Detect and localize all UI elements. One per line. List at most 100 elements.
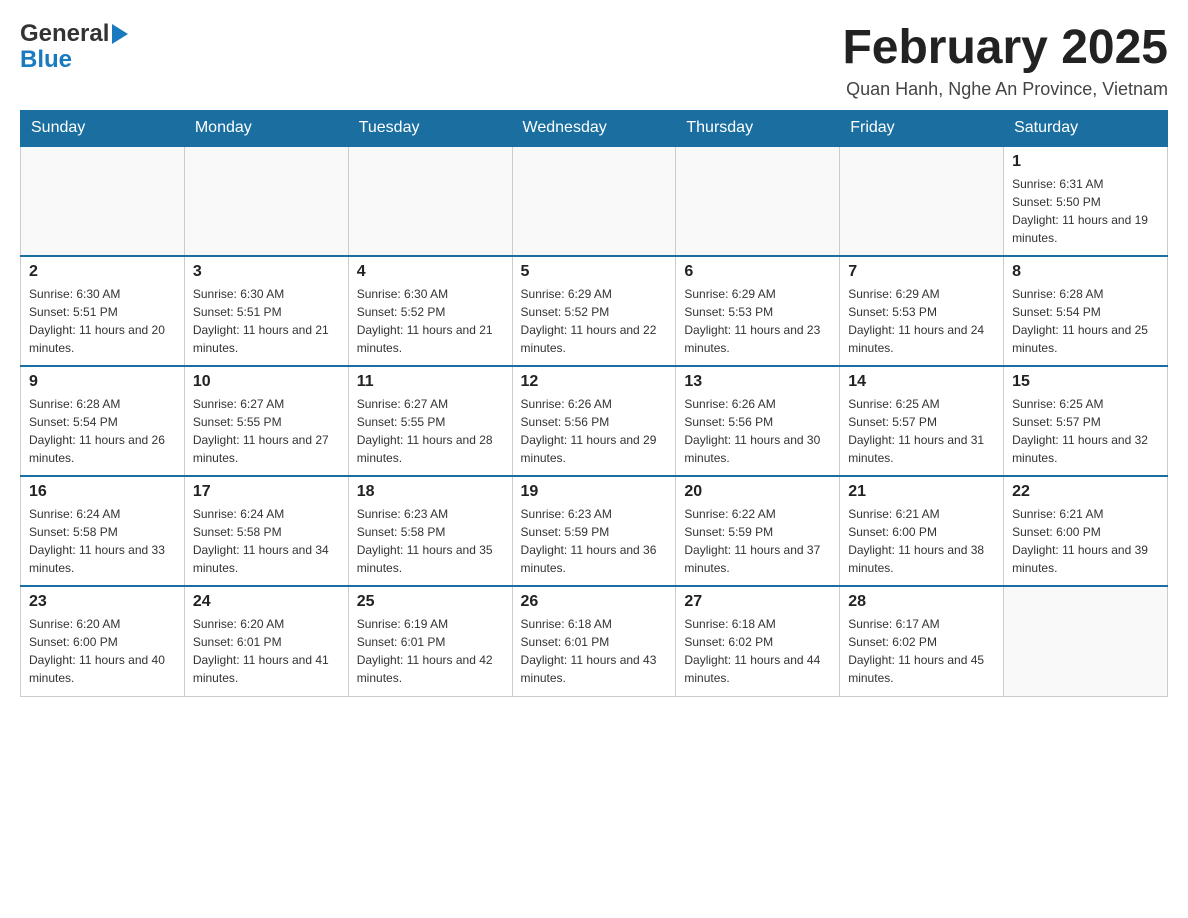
week-row-3: 9 Sunrise: 6:28 AMSunset: 5:54 PMDaylight… xyxy=(21,366,1168,476)
day-number: 2 xyxy=(29,263,176,281)
month-title: February 2025 xyxy=(842,20,1168,75)
day-number: 5 xyxy=(521,263,668,281)
table-row: 24Sunrise: 6:20 AMSunset: 6:01 PMDayligh… xyxy=(184,586,348,696)
week-row-5: 23 Sunrise: 6:20 AMSunset: 6:00 PMDayligh… xyxy=(21,586,1168,696)
table-row: 9 Sunrise: 6:28 AMSunset: 5:54 PMDaylight… xyxy=(21,366,185,476)
week-row-2: 2 Sunrise: 6:30 AMSunset: 5:51 PMDaylight… xyxy=(21,256,1168,366)
day-info: Sunrise: 6:30 AMSunset: 5:51 PMDaylight:… xyxy=(29,285,176,357)
day-number: 7 xyxy=(848,263,995,281)
day-info: Sunrise: 6:26 AMSunset: 5:56 PMDaylight:… xyxy=(521,395,668,467)
table-row: 8Sunrise: 6:28 AMSunset: 5:54 PMDaylight… xyxy=(1004,256,1168,366)
table-row xyxy=(840,146,1004,256)
day-number: 27 xyxy=(684,593,831,611)
day-info: Sunrise: 6:28 AMSunset: 5:54 PMDaylight:… xyxy=(1012,285,1159,357)
day-info: Sunrise: 6:22 AMSunset: 5:59 PMDaylight:… xyxy=(684,505,831,577)
title-block: February 2025 Quan Hanh, Nghe An Provinc… xyxy=(842,20,1168,100)
table-row: 10 Sunrise: 6:27 AMSunset: 5:55 PMDayligh… xyxy=(184,366,348,476)
day-info: Sunrise: 6:31 AMSunset: 5:50 PMDaylight:… xyxy=(1012,175,1159,247)
table-row: 7 Sunrise: 6:29 AMSunset: 5:53 PMDaylight… xyxy=(840,256,1004,366)
table-row: 6 Sunrise: 6:29 AMSunset: 5:53 PMDaylight… xyxy=(676,256,840,366)
table-row: 15 Sunrise: 6:25 AMSunset: 5:57 PMDayligh… xyxy=(1004,366,1168,476)
logo-text-blue: Blue xyxy=(20,46,128,74)
day-info: Sunrise: 6:25 AMSunset: 5:57 PMDaylight:… xyxy=(1012,395,1159,467)
day-number: 20 xyxy=(684,483,831,501)
page-header: General Blue February 2025 Quan Hanh, Ng… xyxy=(20,20,1168,100)
day-number: 15 xyxy=(1012,373,1159,391)
day-number: 11 xyxy=(357,373,504,391)
header-monday: Monday xyxy=(184,111,348,147)
table-row: 25 Sunrise: 6:19 AMSunset: 6:01 PMDayligh… xyxy=(348,586,512,696)
header-sunday: Sunday xyxy=(21,111,185,147)
day-info: Sunrise: 6:27 AMSunset: 5:55 PMDaylight:… xyxy=(357,395,504,467)
day-info: Sunrise: 6:24 AMSunset: 5:58 PMDaylight:… xyxy=(193,505,340,577)
table-row: 2 Sunrise: 6:30 AMSunset: 5:51 PMDaylight… xyxy=(21,256,185,366)
table-row: 11 Sunrise: 6:27 AMSunset: 5:55 PMDayligh… xyxy=(348,366,512,476)
table-row: 22Sunrise: 6:21 AMSunset: 6:00 PMDayligh… xyxy=(1004,476,1168,586)
table-row: 13 Sunrise: 6:26 AMSunset: 5:56 PMDayligh… xyxy=(676,366,840,476)
header-tuesday: Tuesday xyxy=(348,111,512,147)
day-number: 18 xyxy=(357,483,504,501)
day-number: 14 xyxy=(848,373,995,391)
day-number: 3 xyxy=(193,263,340,281)
location-text: Quan Hanh, Nghe An Province, Vietnam xyxy=(842,79,1168,100)
table-row: 28Sunrise: 6:17 AMSunset: 6:02 PMDayligh… xyxy=(840,586,1004,696)
table-row: 12 Sunrise: 6:26 AMSunset: 5:56 PMDayligh… xyxy=(512,366,676,476)
week-row-1: 1 Sunrise: 6:31 AMSunset: 5:50 PMDaylight… xyxy=(21,146,1168,256)
table-row: 14 Sunrise: 6:25 AMSunset: 5:57 PMDayligh… xyxy=(840,366,1004,476)
day-info: Sunrise: 6:24 AMSunset: 5:58 PMDaylight:… xyxy=(29,505,176,577)
day-info: Sunrise: 6:29 AMSunset: 5:52 PMDaylight:… xyxy=(521,285,668,357)
table-row: 20 Sunrise: 6:22 AMSunset: 5:59 PMDayligh… xyxy=(676,476,840,586)
table-row: 1 Sunrise: 6:31 AMSunset: 5:50 PMDaylight… xyxy=(1004,146,1168,256)
day-info: Sunrise: 6:23 AMSunset: 5:58 PMDaylight:… xyxy=(357,505,504,577)
weekday-header-row: Sunday Monday Tuesday Wednesday Thursday… xyxy=(21,111,1168,147)
table-row xyxy=(184,146,348,256)
table-row: 21 Sunrise: 6:21 AMSunset: 6:00 PMDayligh… xyxy=(840,476,1004,586)
day-info: Sunrise: 6:29 AMSunset: 5:53 PMDaylight:… xyxy=(684,285,831,357)
week-row-4: 16 Sunrise: 6:24 AMSunset: 5:58 PMDayligh… xyxy=(21,476,1168,586)
table-row: 17Sunrise: 6:24 AMSunset: 5:58 PMDayligh… xyxy=(184,476,348,586)
day-info: Sunrise: 6:20 AMSunset: 6:01 PMDaylight:… xyxy=(193,615,340,687)
table-row: 23 Sunrise: 6:20 AMSunset: 6:00 PMDayligh… xyxy=(21,586,185,696)
logo: General Blue xyxy=(20,20,128,74)
day-number: 13 xyxy=(684,373,831,391)
day-info: Sunrise: 6:28 AMSunset: 5:54 PMDaylight:… xyxy=(29,395,176,467)
day-number: 6 xyxy=(684,263,831,281)
day-number: 26 xyxy=(521,593,668,611)
day-info: Sunrise: 6:30 AMSunset: 5:51 PMDaylight:… xyxy=(193,285,340,357)
calendar-table: Sunday Monday Tuesday Wednesday Thursday… xyxy=(20,110,1168,697)
day-number: 4 xyxy=(357,263,504,281)
table-row xyxy=(348,146,512,256)
day-info: Sunrise: 6:18 AMSunset: 6:02 PMDaylight:… xyxy=(684,615,831,687)
table-row: 3 Sunrise: 6:30 AMSunset: 5:51 PMDaylight… xyxy=(184,256,348,366)
day-number: 10 xyxy=(193,373,340,391)
day-number: 21 xyxy=(848,483,995,501)
day-info: Sunrise: 6:25 AMSunset: 5:57 PMDaylight:… xyxy=(848,395,995,467)
day-number: 9 xyxy=(29,373,176,391)
table-row: 5 Sunrise: 6:29 AMSunset: 5:52 PMDaylight… xyxy=(512,256,676,366)
day-number: 16 xyxy=(29,483,176,501)
day-info: Sunrise: 6:23 AMSunset: 5:59 PMDaylight:… xyxy=(521,505,668,577)
table-row xyxy=(1004,586,1168,696)
table-row: 18 Sunrise: 6:23 AMSunset: 5:58 PMDayligh… xyxy=(348,476,512,586)
day-info: Sunrise: 6:27 AMSunset: 5:55 PMDaylight:… xyxy=(193,395,340,467)
day-number: 19 xyxy=(521,483,668,501)
day-info: Sunrise: 6:21 AMSunset: 6:00 PMDaylight:… xyxy=(848,505,995,577)
day-number: 25 xyxy=(357,593,504,611)
day-number: 1 xyxy=(1012,153,1159,171)
day-info: Sunrise: 6:29 AMSunset: 5:53 PMDaylight:… xyxy=(848,285,995,357)
table-row: 4 Sunrise: 6:30 AMSunset: 5:52 PMDaylight… xyxy=(348,256,512,366)
day-info: Sunrise: 6:21 AMSunset: 6:00 PMDaylight:… xyxy=(1012,505,1159,577)
day-number: 23 xyxy=(29,593,176,611)
logo-arrow-icon xyxy=(112,24,128,44)
table-row: 27 Sunrise: 6:18 AMSunset: 6:02 PMDayligh… xyxy=(676,586,840,696)
table-row: 19 Sunrise: 6:23 AMSunset: 5:59 PMDayligh… xyxy=(512,476,676,586)
day-info: Sunrise: 6:17 AMSunset: 6:02 PMDaylight:… xyxy=(848,615,995,687)
day-info: Sunrise: 6:30 AMSunset: 5:52 PMDaylight:… xyxy=(357,285,504,357)
day-number: 12 xyxy=(521,373,668,391)
day-info: Sunrise: 6:19 AMSunset: 6:01 PMDaylight:… xyxy=(357,615,504,687)
day-info: Sunrise: 6:20 AMSunset: 6:00 PMDaylight:… xyxy=(29,615,176,687)
header-friday: Friday xyxy=(840,111,1004,147)
day-info: Sunrise: 6:26 AMSunset: 5:56 PMDaylight:… xyxy=(684,395,831,467)
table-row: 26Sunrise: 6:18 AMSunset: 6:01 PMDayligh… xyxy=(512,586,676,696)
logo-text-general: General xyxy=(20,20,109,48)
